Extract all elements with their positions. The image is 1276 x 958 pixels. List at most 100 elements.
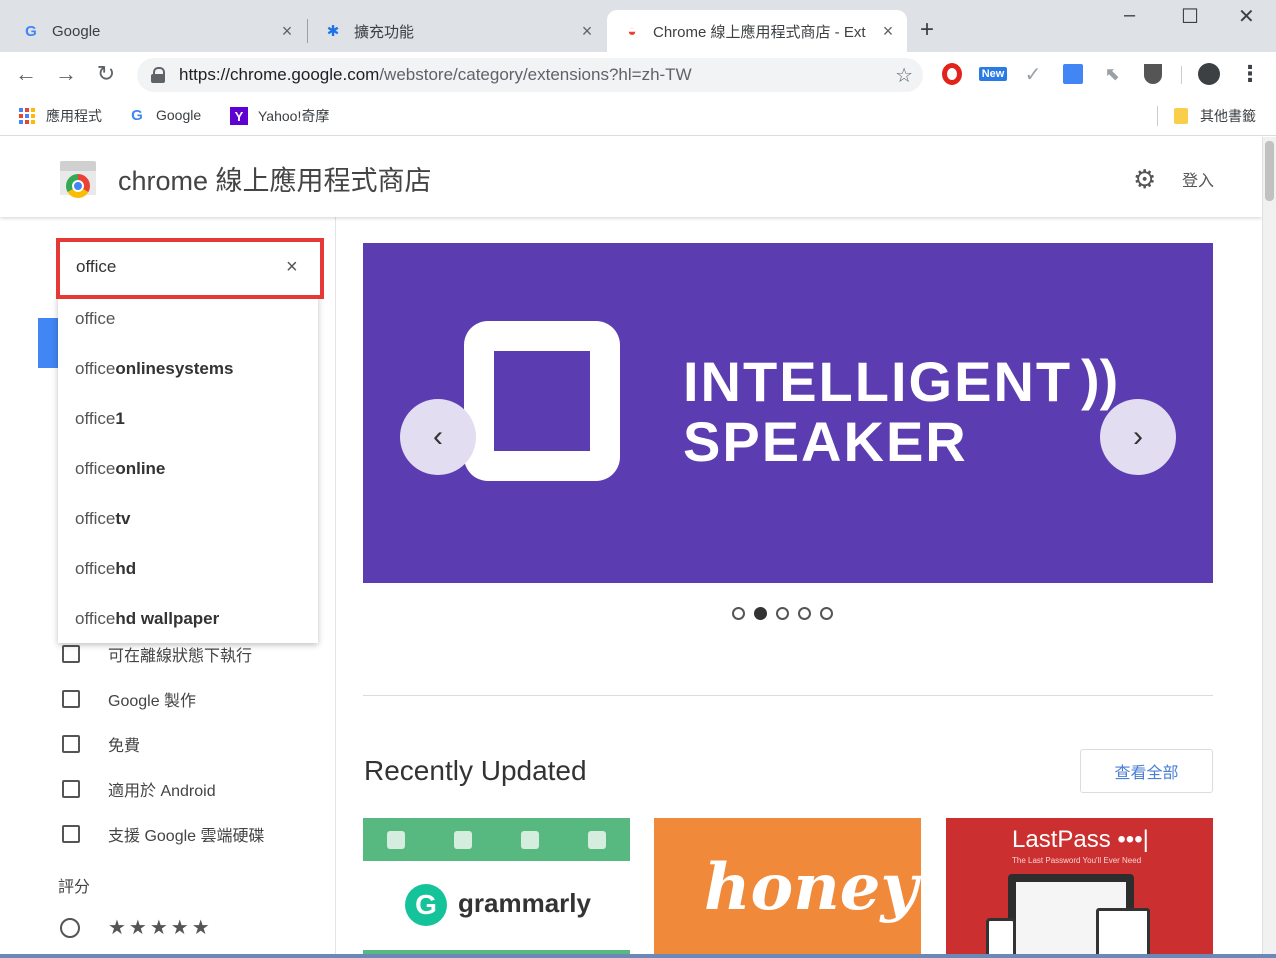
gear-icon[interactable]: ⚙ bbox=[1133, 164, 1156, 195]
forward-button[interactable]: → bbox=[52, 60, 80, 88]
webstore-logo-icon[interactable] bbox=[60, 161, 96, 198]
url-text[interactable]: https://chrome.google.com/webstore/categ… bbox=[179, 65, 895, 85]
bookmark-label: 其他書籤 bbox=[1200, 108, 1256, 124]
speaker-logo-icon bbox=[464, 321, 620, 481]
store-title[interactable]: chrome 線上應用程式商店 bbox=[118, 159, 432, 198]
bookmark-google[interactable]: G Google bbox=[128, 106, 201, 124]
tab-google[interactable]: G Google × bbox=[0, 10, 306, 52]
carousel-prev-button[interactable]: ‹ bbox=[400, 399, 476, 475]
close-tab-icon[interactable]: × bbox=[576, 21, 598, 42]
app-icon bbox=[454, 830, 473, 849]
window-bottom-border bbox=[0, 954, 1276, 958]
login-link[interactable]: 登入 bbox=[1182, 167, 1214, 191]
browser-toolbar: ← → ↻ https://chrome.google.com/webstore… bbox=[0, 52, 1276, 96]
bookmark-yahoo[interactable]: Y Yahoo!奇摩 bbox=[230, 106, 329, 126]
carousel-dot[interactable] bbox=[820, 607, 833, 620]
extension-card-grammarly[interactable]: G grammarly bbox=[363, 818, 630, 958]
filter-by-google[interactable]: Google 製作 bbox=[62, 687, 196, 711]
window-close-icon[interactable]: ✕ bbox=[1238, 4, 1255, 29]
back-button[interactable]: ← bbox=[12, 60, 40, 88]
page-scrollbar[interactable] bbox=[1262, 137, 1276, 958]
webstore-page: chrome 線上應用程式商店 ⚙ 登入 可在離線狀態下執行 Google 製作… bbox=[0, 137, 1262, 958]
rating-option-5[interactable]: ★★★★★ bbox=[60, 915, 213, 940]
bookmark-other[interactable]: 其他書籤 bbox=[1172, 106, 1256, 126]
close-tab-icon[interactable]: × bbox=[276, 21, 298, 42]
extension-card-honey[interactable]: honey bbox=[654, 818, 921, 958]
carousel-dot[interactable] bbox=[754, 607, 767, 620]
bookmarks-bar: 應用程式 G Google Y Yahoo!奇摩 其他書籤 bbox=[0, 96, 1276, 136]
app-icon bbox=[587, 830, 606, 849]
card-name: LastPass •••| bbox=[1012, 826, 1149, 853]
extension-card-lastpass[interactable]: LastPass •••| The Last Password You'll E… bbox=[946, 818, 1213, 958]
suggestion-item[interactable]: officehd wallpaper bbox=[75, 609, 219, 629]
folder-icon bbox=[1172, 107, 1190, 125]
banner-title-line1: INTELLIGENT bbox=[683, 350, 1073, 413]
url-path: /webstore/category/extensions?hl=zh-TW bbox=[379, 65, 692, 84]
bookmark-label: Yahoo!奇摩 bbox=[258, 108, 330, 124]
filter-checkbox[interactable] bbox=[62, 825, 80, 843]
reload-button[interactable]: ↻ bbox=[92, 60, 120, 88]
filter-offline[interactable]: 可在離線狀態下執行 bbox=[62, 642, 252, 666]
tab-extensions[interactable]: ✱ 擴充功能 × bbox=[302, 10, 606, 52]
cursor-extension-icon[interactable]: ⬉ bbox=[1101, 62, 1125, 86]
clear-search-icon[interactable]: × bbox=[286, 256, 298, 279]
minimize-icon[interactable]: – bbox=[1124, 4, 1135, 27]
filter-checkbox[interactable] bbox=[62, 735, 80, 753]
search-input[interactable] bbox=[76, 257, 276, 277]
profile-avatar-icon[interactable] bbox=[1197, 62, 1221, 86]
toolbar-divider bbox=[1181, 66, 1182, 84]
carousel-next-button[interactable]: › bbox=[1100, 399, 1176, 475]
tab-title: Google bbox=[52, 22, 101, 40]
carousel-dot[interactable] bbox=[732, 607, 745, 620]
filter-checkbox[interactable] bbox=[62, 645, 80, 663]
filter-android[interactable]: 適用於 Android bbox=[62, 777, 216, 801]
filter-label: 免費 bbox=[108, 738, 141, 755]
section-divider bbox=[363, 695, 1213, 696]
google-icon: G bbox=[25, 22, 37, 40]
close-tab-icon[interactable]: × bbox=[877, 21, 899, 42]
translate-extension-icon[interactable] bbox=[1061, 62, 1085, 86]
rating-radio[interactable] bbox=[60, 917, 80, 938]
bookmark-label: 應用程式 bbox=[46, 108, 102, 124]
filter-free[interactable]: 免費 bbox=[62, 732, 140, 756]
bookmark-apps[interactable]: 應用程式 bbox=[18, 106, 102, 126]
carousel-dot[interactable] bbox=[798, 607, 811, 620]
star-rating-icon: ★★★★★ bbox=[108, 917, 213, 939]
puzzle-icon: ✱ bbox=[326, 23, 340, 40]
suggestion-item[interactable]: officehd bbox=[75, 559, 136, 579]
filter-google-drive[interactable]: 支援 Google 雲端硬碟 bbox=[62, 822, 265, 846]
featured-banner[interactable]: INTELLIGENT )) SPEAKER ‹ › bbox=[363, 243, 1213, 583]
section-title: Recently Updated bbox=[364, 755, 587, 786]
suggestion-item[interactable]: officetv bbox=[75, 509, 130, 529]
tab-title: Chrome 線上應用程式商店 - Ext bbox=[653, 23, 866, 41]
new-extension-icon[interactable]: New bbox=[976, 62, 1010, 86]
address-bar[interactable]: https://chrome.google.com/webstore/categ… bbox=[137, 58, 923, 92]
card-name: grammarly bbox=[458, 888, 591, 918]
phone-image bbox=[986, 918, 1016, 958]
grammarly-banner bbox=[363, 818, 630, 861]
carousel-dot[interactable] bbox=[776, 607, 789, 620]
tab-webstore[interactable]: ◒ Chrome 線上應用程式商店 - Ext × bbox=[607, 10, 907, 52]
menu-icon[interactable]: ⋮ bbox=[1238, 61, 1262, 86]
sidebar-selected-indicator bbox=[38, 318, 58, 368]
maximize-icon[interactable]: ☐ bbox=[1181, 4, 1199, 29]
filter-label: Google 製作 bbox=[108, 693, 197, 710]
suggestion-item[interactable]: office bbox=[75, 309, 115, 329]
shield-extension-icon[interactable] bbox=[1141, 62, 1165, 86]
search-box[interactable]: × bbox=[56, 238, 324, 299]
filter-checkbox[interactable] bbox=[62, 780, 80, 798]
check-extension-icon[interactable]: ✓ bbox=[1021, 62, 1045, 86]
google-icon: G bbox=[131, 106, 143, 124]
bookmark-star-icon[interactable]: ☆ bbox=[895, 63, 913, 88]
filter-checkbox[interactable] bbox=[62, 690, 80, 708]
view-all-button[interactable]: 查看全部 bbox=[1080, 749, 1213, 793]
suggestion-item[interactable]: officeonline bbox=[75, 459, 165, 479]
new-tab-button[interactable]: + bbox=[920, 16, 934, 44]
bookmark-label: Google bbox=[156, 107, 202, 123]
opera-extension-icon[interactable] bbox=[940, 62, 964, 86]
filter-label: 可在離線狀態下執行 bbox=[108, 648, 253, 665]
suggestion-item[interactable]: office1 bbox=[75, 409, 125, 429]
suggestion-item[interactable]: officeonlinesystems bbox=[75, 359, 233, 379]
scrollbar-thumb[interactable] bbox=[1265, 141, 1274, 201]
new-badge: New bbox=[978, 67, 1008, 81]
